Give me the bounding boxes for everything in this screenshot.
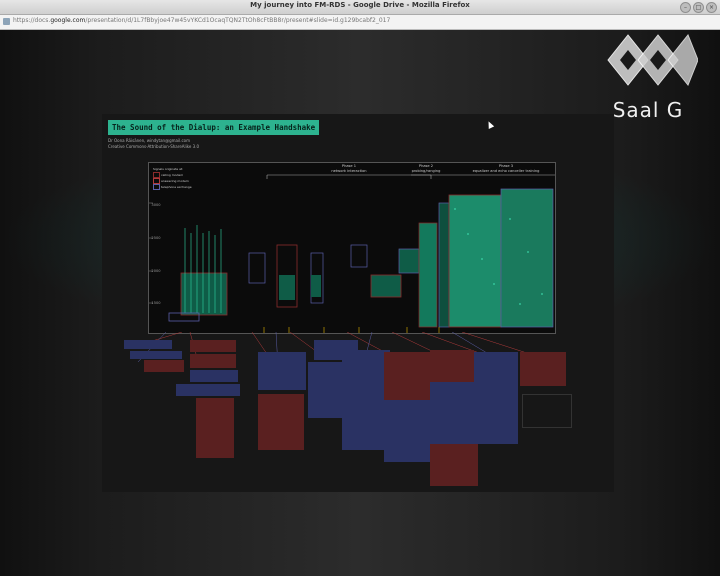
annotation-note [342, 350, 390, 450]
address-url[interactable]: https://docs.google.com/presentation/d/1… [13, 17, 390, 24]
annotation-note [384, 400, 434, 462]
y-tick: 1500 [151, 301, 161, 305]
minimize-icon[interactable]: – [680, 2, 691, 13]
annotation-note [522, 394, 572, 428]
phase-3-label: Phase 3 equalizer and echo canceller trai… [472, 164, 540, 173]
annotation-note [520, 352, 566, 386]
phase-2-label: Phase 2 probing/ranging [411, 164, 441, 173]
legend-item: telephone exchange [153, 184, 192, 190]
annotation-note [258, 394, 304, 450]
annotation-note [430, 444, 478, 486]
annotation-note [196, 398, 234, 458]
annotation-note [144, 360, 184, 372]
annotation-note [430, 350, 474, 384]
annotation-note [190, 340, 236, 352]
y-tick: 2500 [151, 236, 161, 240]
annotation-note [474, 352, 518, 444]
annotation-note [430, 382, 478, 444]
slide-title: The Sound of the Dialup: an Example Hand… [108, 120, 320, 135]
address-bar[interactable]: https://docs.google.com/presentation/d/1… [0, 15, 720, 30]
brand-label: Saal G [612, 98, 684, 122]
phase-1-label: Phase 1 network interaction [331, 164, 367, 173]
signal-legend: Signals originate at: calling modem answ… [153, 166, 192, 190]
annotation-note [124, 340, 172, 349]
license-line: Creative Commons-Attribution-ShareAlike … [108, 144, 200, 149]
annotation-note [258, 352, 306, 390]
annotation-note [190, 354, 236, 368]
close-icon[interactable]: × [706, 2, 717, 13]
annotation-note [190, 370, 238, 382]
window-title: My journey into FM-RDS - Google Drive - … [250, 1, 470, 9]
annotation-note [130, 351, 182, 359]
y-tick: 3000 [151, 203, 161, 207]
lock-icon [3, 18, 10, 25]
slide: The Sound of the Dialup: an Example Hand… [102, 114, 614, 492]
annotation-note [176, 384, 240, 396]
spectrogram-plot: Phase 1 network interaction Phase 2 probin… [148, 162, 556, 334]
window-titlebar: My journey into FM-RDS - Google Drive - … [0, 0, 720, 15]
maximize-icon[interactable]: □ [693, 2, 704, 13]
spectrogram-graphic [149, 174, 555, 333]
slide-author: Dr Oona Räisänen, windytan@gmail.com Cre… [108, 138, 199, 150]
y-tick: 2000 [151, 269, 161, 273]
